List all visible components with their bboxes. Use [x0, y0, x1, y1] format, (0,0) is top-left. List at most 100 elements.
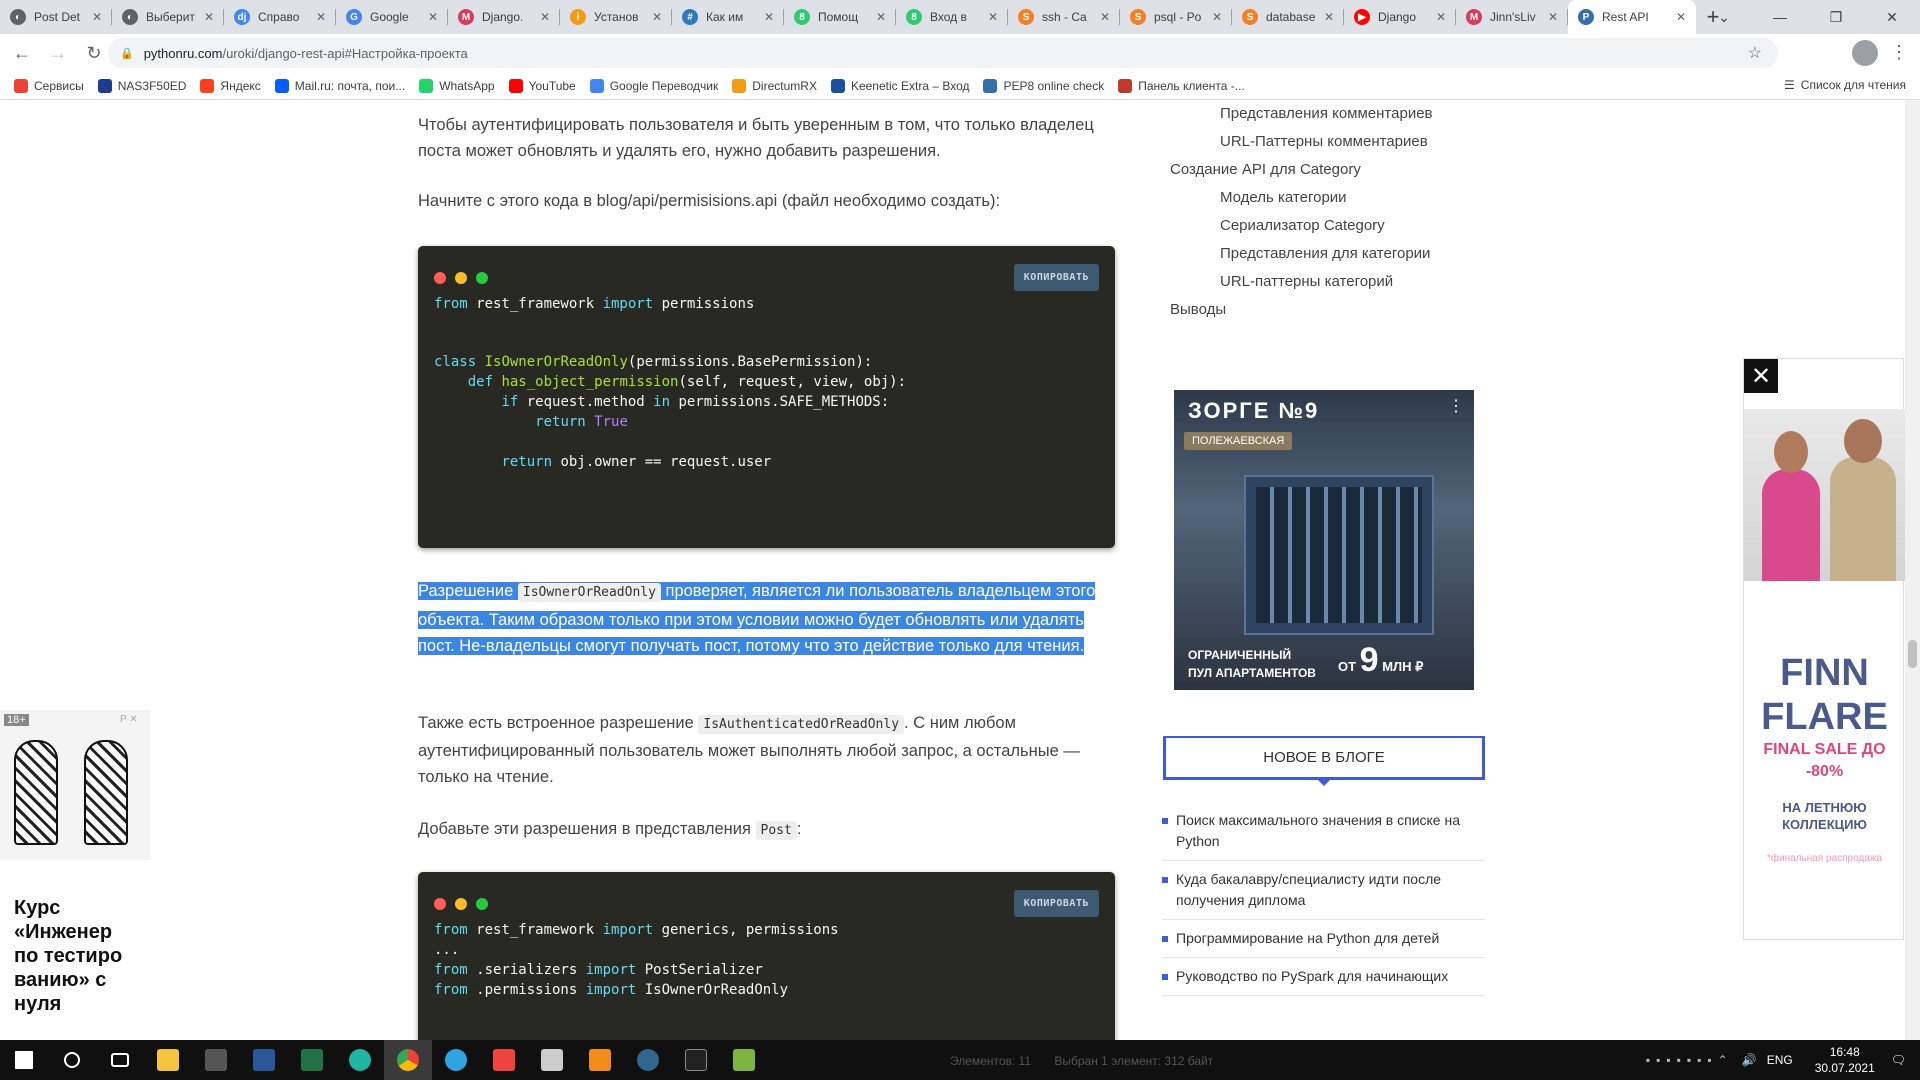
browser-tab[interactable]: 8 Вход в ✕: [896, 0, 1008, 34]
browser-tab[interactable]: i Установ ✕: [560, 0, 672, 34]
word-icon[interactable]: [240, 1040, 288, 1080]
task-view-icon[interactable]: [96, 1040, 144, 1080]
terminal-icon[interactable]: [672, 1040, 720, 1080]
bookmark-item[interactable]: PEP8 online check: [983, 78, 1104, 93]
notepad-icon[interactable]: [720, 1040, 768, 1080]
postgres-icon[interactable]: [624, 1040, 672, 1080]
calculator-icon[interactable]: [192, 1040, 240, 1080]
blog-link[interactable]: Программирование на Python для детей: [1162, 928, 1485, 958]
copy-button[interactable]: КОПИРОВАТЬ: [1013, 890, 1099, 917]
toc-link[interactable]: URL-Паттерны комментариев: [1170, 128, 1433, 156]
bookmark-item[interactable]: YouTube: [508, 78, 576, 93]
bookmark-item[interactable]: NAS3F50ED: [97, 78, 186, 93]
close-ad-button[interactable]: ✕: [1744, 359, 1778, 393]
sublime-icon[interactable]: [576, 1040, 624, 1080]
bookmark-item[interactable]: DirectumRX: [732, 78, 817, 93]
bookmark-item[interactable]: WhatsApp: [419, 78, 495, 93]
telegram-icon[interactable]: [432, 1040, 480, 1080]
bookmark-item[interactable]: Mail.ru: почта, пои...: [274, 78, 405, 93]
browser-tab[interactable]: ▶ Django ✕: [1344, 0, 1456, 34]
browser-tab[interactable]: Sssh - Ca ✕: [1008, 0, 1120, 34]
forward-button[interactable]: →: [44, 39, 72, 67]
ad-menu-icon[interactable]: ⋮: [1448, 396, 1464, 416]
blog-link[interactable]: Поиск максимального значения в списке на…: [1162, 810, 1485, 861]
tab-search-icon[interactable]: ⌄: [1696, 0, 1752, 34]
browser-tab[interactable]: G Google ✕: [336, 0, 448, 34]
tab-close-icon[interactable]: ✕: [876, 10, 886, 24]
reading-list-button[interactable]: ☰ Список для чтения: [1784, 78, 1906, 92]
blog-link[interactable]: Куда бакалавру/специалисту идти после по…: [1162, 869, 1485, 920]
start-button[interactable]: [0, 1040, 48, 1080]
toc-link[interactable]: Сериализатор Category: [1170, 212, 1433, 240]
speaker-icon[interactable]: 🔊: [1742, 1053, 1757, 1067]
tab-close-icon[interactable]: ✕: [652, 10, 662, 24]
language-indicator[interactable]: ENG: [1767, 1053, 1793, 1067]
bookmark-star-icon[interactable]: ☆: [1748, 43, 1762, 63]
toc-link[interactable]: Представления для категории: [1170, 240, 1433, 268]
minimize-button[interactable]: —: [1752, 0, 1808, 34]
tab-close-icon[interactable]: ✕: [1436, 10, 1446, 24]
restore-button[interactable]: ❐: [1808, 0, 1864, 34]
documents-icon[interactable]: [528, 1040, 576, 1080]
browser-tab[interactable]: dj Справо ✕: [224, 0, 336, 34]
excel-icon[interactable]: [288, 1040, 336, 1080]
toc-link[interactable]: Создание API для Category: [1170, 156, 1433, 184]
address-bar[interactable]: 🔒 pythonru.com/uroki/django-rest-api#Нас…: [108, 38, 1778, 68]
tab-close-icon[interactable]: ✕: [92, 10, 102, 24]
blog-link[interactable]: Руководство по PySpark для начинающих: [1162, 966, 1485, 996]
toc-link[interactable]: Модель категории: [1170, 184, 1433, 212]
chrome-icon[interactable]: [384, 1040, 432, 1080]
tab-close-icon[interactable]: ✕: [316, 10, 326, 24]
ad-marker[interactable]: P ✕: [120, 714, 138, 725]
tab-close-icon[interactable]: ✕: [1548, 10, 1558, 24]
tab-close-icon[interactable]: ✕: [1324, 10, 1334, 24]
reload-button[interactable]: ↻: [80, 39, 108, 67]
browser-tab[interactable]: M Jinn'sLiv ✕: [1456, 0, 1568, 34]
bookmark-item[interactable]: Панель клиента -...: [1118, 78, 1245, 93]
qip-icon[interactable]: [336, 1040, 384, 1080]
green-dot: [476, 272, 488, 284]
tray-icons[interactable]: ▪▪▪▪▪▪▪⌃: [1646, 1053, 1734, 1067]
bookmark-item[interactable]: Яндекс: [200, 78, 261, 93]
browser-tab[interactable]: Sdatabase ✕: [1232, 0, 1344, 34]
bookmark-item[interactable]: Сервисы: [14, 78, 84, 93]
toc-link[interactable]: Представления комментариев: [1170, 100, 1433, 128]
scrollbar-thumb[interactable]: [1908, 640, 1917, 668]
browser-tab[interactable]: ◐ Post Det ✕: [0, 0, 112, 34]
tab-favicon-icon: M: [1466, 9, 1482, 25]
anydesk-icon[interactable]: [480, 1040, 528, 1080]
real-estate-ad[interactable]: ЗОРГЕ №9 ⋮ ПОЛЕЖАЕВСКАЯ ОГРАНИЧЕННЫЙ ПУЛ…: [1174, 390, 1474, 690]
tab-close-icon[interactable]: ✕: [764, 10, 774, 24]
tab-close-icon[interactable]: ✕: [204, 10, 214, 24]
course-ad[interactable]: 18+ P ✕ Курс «Инженер по тестиро ванию» …: [0, 710, 150, 1040]
profile-avatar[interactable]: [1852, 40, 1878, 66]
browser-tab[interactable]: M Django. ✕: [448, 0, 560, 34]
browser-tab[interactable]: P Rest API ✕: [1568, 0, 1696, 34]
fashion-ad[interactable]: ✕ FINN FLARE FINAL SALE ДО -80% НА ЛЕТНЮ…: [1743, 358, 1905, 940]
file-explorer-icon[interactable]: [144, 1040, 192, 1080]
browser-tab[interactable]: Spsql - Po ✕: [1120, 0, 1232, 34]
close-window-button[interactable]: ✕: [1864, 0, 1920, 34]
back-button[interactable]: ←: [8, 39, 36, 67]
bookmark-item[interactable]: Keenetic Extra – Вход: [830, 78, 969, 93]
tab-close-icon[interactable]: ✕: [540, 10, 550, 24]
copy-button[interactable]: КОПИРОВАТЬ: [1013, 264, 1099, 291]
tab-close-icon[interactable]: ✕: [1676, 10, 1686, 24]
page-scrollbar[interactable]: [1905, 100, 1920, 1040]
clock[interactable]: 16:48 30.07.2021: [1815, 1044, 1875, 1076]
browser-tab[interactable]: 8 Помощ ✕: [784, 0, 896, 34]
browser-tab[interactable]: # Как им ✕: [672, 0, 784, 34]
bookmark-favicon-icon: [589, 78, 604, 93]
tab-close-icon[interactable]: ✕: [1212, 10, 1222, 24]
browser-tab[interactable]: ◐ Выберит ✕: [112, 0, 224, 34]
tab-close-icon[interactable]: ✕: [1100, 10, 1110, 24]
tab-close-icon[interactable]: ✕: [988, 10, 998, 24]
bookmark-favicon-icon: [14, 78, 28, 93]
notifications-icon[interactable]: 🗨: [1891, 1053, 1906, 1067]
search-icon[interactable]: [48, 1040, 96, 1080]
toc-link[interactable]: URL-паттерны категорий: [1170, 268, 1433, 296]
bookmark-item[interactable]: Google Переводчик: [589, 78, 718, 93]
tab-close-icon[interactable]: ✕: [428, 10, 438, 24]
toc-link[interactable]: Выводы: [1170, 296, 1433, 324]
browser-menu-icon[interactable]: ⋮: [1890, 42, 1908, 63]
